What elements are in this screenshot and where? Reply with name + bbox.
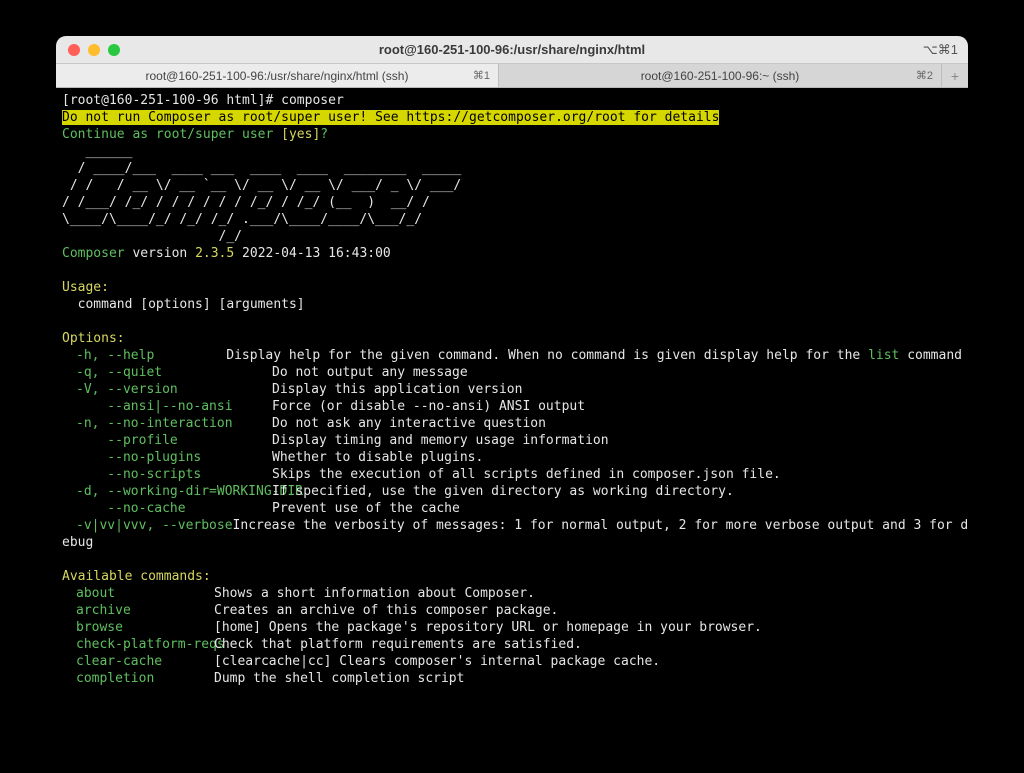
commands-list: aboutShows a short information about Com…	[62, 585, 962, 687]
option-desc: Display timing and memory usage informat…	[272, 432, 609, 449]
usage-line: command [options] [arguments]	[62, 297, 305, 312]
close-icon[interactable]	[68, 44, 80, 56]
command-desc: Dump the shell completion script	[214, 670, 464, 687]
option-flag: -V, --version	[62, 381, 272, 398]
option-desc: Force (or disable --no-ansi) ANSI output	[272, 398, 585, 415]
option-flag: --no-cache	[62, 500, 272, 517]
option-row: -n, --no-interactionDo not ask any inter…	[62, 415, 962, 432]
window-shortcut: ⌥⌘1	[923, 42, 958, 58]
command-desc: [home] Opens the package's repository UR…	[214, 619, 762, 636]
option-flag: --ansi|--no-ansi	[62, 398, 272, 415]
command-input: composer	[281, 93, 344, 108]
command-row: aboutShows a short information about Com…	[62, 585, 962, 602]
warning-line: Do not run Composer as root/super user! …	[62, 110, 719, 125]
command-row: completionDump the shell completion scri…	[62, 670, 962, 687]
option-flag: -q, --quiet	[62, 364, 272, 381]
command-name: about	[62, 585, 214, 602]
command-name: archive	[62, 602, 214, 619]
command-name: clear-cache	[62, 653, 214, 670]
command-row: clear-cache[clearcache|cc] Clears compos…	[62, 653, 962, 670]
usage-header: Usage:	[62, 280, 109, 295]
version-number: 2.3.5	[195, 246, 234, 261]
terminal-window: root@160-251-100-96:/usr/share/nginx/htm…	[56, 36, 968, 706]
tab-bar: root@160-251-100-96:/usr/share/nginx/htm…	[56, 64, 968, 88]
command-name: completion	[62, 670, 214, 687]
commands-header: Available commands:	[62, 569, 211, 584]
tab-label: root@160-251-100-96:/usr/share/nginx/htm…	[146, 69, 409, 83]
option-flag: -h, --help	[62, 347, 226, 364]
maximize-icon[interactable]	[108, 44, 120, 56]
option-row: -V, --versionDisplay this application ve…	[62, 381, 962, 398]
command-name: browse	[62, 619, 214, 636]
options-wrap: ebug	[62, 535, 93, 550]
continue-hint: [yes]	[281, 127, 320, 142]
option-desc: If specified, use the given directory as…	[272, 483, 734, 500]
window-title: root@160-251-100-96:/usr/share/nginx/htm…	[56, 42, 968, 57]
option-row: -v|vv|vvv, --verboseIncrease the verbosi…	[62, 517, 962, 534]
option-desc: Display help for the given command. When…	[226, 347, 962, 364]
option-row: --ansi|--no-ansiForce (or disable --no-a…	[62, 398, 962, 415]
version-label: Composer	[62, 246, 125, 261]
option-row: --profileDisplay timing and memory usage…	[62, 432, 962, 449]
option-desc: Skips the execution of all scripts defin…	[272, 466, 781, 483]
option-row: --no-pluginsWhether to disable plugins.	[62, 449, 962, 466]
command-desc: Shows a short information about Composer…	[214, 585, 535, 602]
continue-prompt: Continue as root/super user	[62, 127, 281, 142]
version-middle: version	[125, 246, 195, 261]
command-desc: [clearcache|cc] Clears composer's intern…	[214, 653, 660, 670]
option-flag: -d, --working-dir=WORKING-DIR	[62, 483, 272, 500]
command-desc: Creates an archive of this composer pack…	[214, 602, 558, 619]
option-flag: --profile	[62, 432, 272, 449]
tab-label: root@160-251-100-96:~ (ssh)	[641, 69, 800, 83]
tab-1[interactable]: root@160-251-100-96:/usr/share/nginx/htm…	[56, 64, 499, 87]
option-row: -q, --quietDo not output any message	[62, 364, 962, 381]
option-row: --no-cachePrevent use of the cache	[62, 500, 962, 517]
tab-shortcut: ⌘2	[916, 69, 933, 82]
options-list: -h, --helpDisplay help for the given com…	[62, 347, 962, 534]
version-date: 2022-04-13 16:43:00	[234, 246, 391, 261]
titlebar: root@160-251-100-96:/usr/share/nginx/htm…	[56, 36, 968, 64]
command-row: archiveCreates an archive of this compos…	[62, 602, 962, 619]
command-row: check-platform-reqsCheck that platform r…	[62, 636, 962, 653]
option-desc: Increase the verbosity of messages: 1 fo…	[233, 517, 968, 534]
tab-2[interactable]: root@160-251-100-96:~ (ssh) ⌘2	[499, 64, 942, 87]
options-header: Options:	[62, 331, 125, 346]
option-row: --no-scriptsSkips the execution of all s…	[62, 466, 962, 483]
option-flag: --no-scripts	[62, 466, 272, 483]
terminal-content[interactable]: [root@160-251-100-96 html]# composer Do …	[56, 88, 968, 706]
option-desc: Whether to disable plugins.	[272, 449, 483, 466]
add-tab-button[interactable]: +	[942, 64, 968, 87]
tab-shortcut: ⌘1	[473, 69, 490, 82]
prompt: [root@160-251-100-96 html]#	[62, 93, 281, 108]
option-row: -h, --helpDisplay help for the given com…	[62, 347, 962, 364]
option-flag: -n, --no-interaction	[62, 415, 272, 432]
option-desc: Do not output any message	[272, 364, 468, 381]
option-desc: Display this application version	[272, 381, 522, 398]
option-desc: Prevent use of the cache	[272, 500, 460, 517]
option-flag: --no-plugins	[62, 449, 272, 466]
traffic-lights	[56, 44, 120, 56]
option-desc: Do not ask any interactive question	[272, 415, 546, 432]
minimize-icon[interactable]	[88, 44, 100, 56]
command-row: browse[home] Opens the package's reposit…	[62, 619, 962, 636]
option-flag: -v|vv|vvv, --verbose	[62, 517, 233, 534]
command-desc: Check that platform requirements are sat…	[214, 636, 582, 653]
option-row: -d, --working-dir=WORKING-DIRIf specifie…	[62, 483, 962, 500]
command-name: check-platform-reqs	[62, 636, 214, 653]
ascii-logo: ______ / ____/___ ____ ___ ____ ____ ___…	[62, 144, 461, 244]
continue-suffix: ?	[320, 127, 328, 142]
